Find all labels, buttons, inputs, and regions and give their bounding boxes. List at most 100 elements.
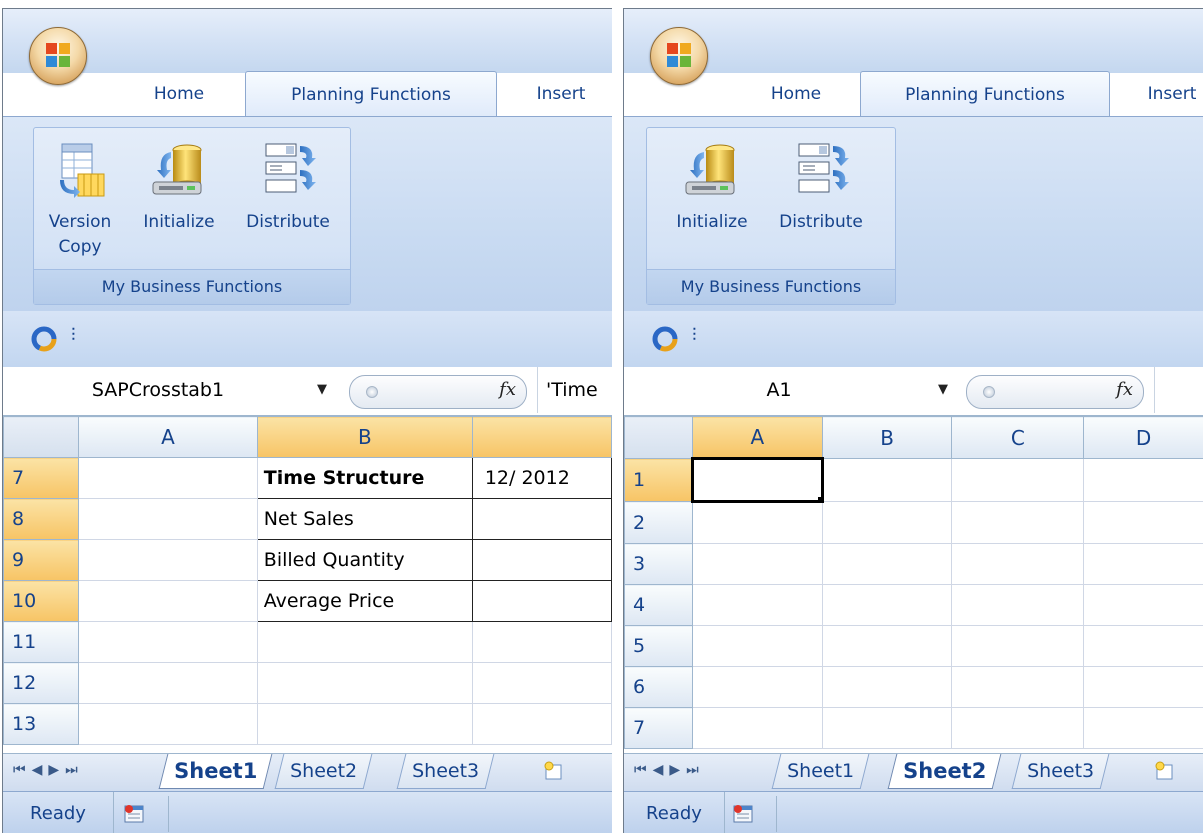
crosstab-row-billed-quantity[interactable]: Billed Quantity	[256, 539, 473, 581]
insert-sheet-icon[interactable]	[1154, 760, 1176, 782]
formula-input[interactable]: 'Time	[537, 367, 598, 413]
sheet-tab-sheet1[interactable]: Sheet1	[771, 754, 870, 789]
tab-insert[interactable]: Insert	[513, 71, 609, 117]
crosstab-time-value[interactable]: 12/ 2012	[471, 457, 612, 499]
sheet-nav-arrows-icon[interactable]: ⏮◀▶⏭	[634, 762, 705, 778]
sheet-tab-sheet2[interactable]: Sheet2	[274, 754, 373, 789]
row-header-7[interactable]: 7	[3, 457, 80, 499]
row-header-1[interactable]: 1	[624, 458, 693, 502]
cell-c1[interactable]	[951, 458, 1085, 502]
distribute-button[interactable]: Distribute	[765, 128, 877, 268]
crosstab-cell-c8[interactable]	[471, 498, 612, 540]
cell-a5[interactable]	[691, 625, 823, 667]
crosstab-cell-c9[interactable]	[471, 539, 612, 581]
tab-planning-functions[interactable]: Planning Functions	[245, 71, 497, 118]
name-box-dropdown-icon[interactable]: ▼	[938, 367, 948, 413]
cell-d5[interactable]	[1083, 625, 1203, 667]
cell-b12[interactable]	[256, 662, 473, 704]
cell-d1[interactable]	[1083, 458, 1203, 502]
cell-d3[interactable]	[1083, 543, 1203, 585]
sap-ring-icon[interactable]	[652, 326, 678, 352]
cell-b6[interactable]	[821, 666, 953, 708]
cell-a10[interactable]	[78, 580, 258, 622]
cell-c12[interactable]	[471, 662, 612, 704]
crosstab-cell-c10[interactable]	[471, 580, 612, 622]
sheet-tab-sheet2[interactable]: Sheet2	[887, 754, 1002, 789]
cell-d6[interactable]	[1083, 666, 1203, 708]
row-header-13[interactable]: 13	[3, 703, 80, 745]
cell-a7[interactable]	[691, 707, 823, 749]
office-button[interactable]	[650, 27, 708, 85]
cell-c5[interactable]	[951, 625, 1085, 667]
initialize-button[interactable]: Initialize	[126, 128, 232, 268]
row-header-3[interactable]: 3	[624, 543, 693, 585]
cell-b1[interactable]	[821, 458, 953, 502]
row-header-6[interactable]: 6	[624, 666, 693, 708]
macro-record-icon[interactable]	[123, 803, 145, 825]
select-all-corner[interactable]	[3, 416, 80, 458]
cell-b3[interactable]	[821, 543, 953, 585]
crosstab-header-time-structure[interactable]: Time Structure	[256, 457, 473, 499]
cell-a4[interactable]	[691, 584, 823, 626]
column-header-d[interactable]: D	[1083, 416, 1203, 459]
cell-b11[interactable]	[256, 621, 473, 663]
cell-a2[interactable]	[691, 501, 823, 544]
office-button[interactable]	[29, 27, 87, 85]
macro-record-icon[interactable]	[732, 803, 754, 825]
formula-input[interactable]	[1154, 367, 1163, 413]
column-header-b[interactable]: B	[821, 416, 953, 459]
row-header-2[interactable]: 2	[624, 501, 693, 544]
formula-bar-resize-handle[interactable]	[983, 386, 995, 398]
cell-c4[interactable]	[951, 584, 1085, 626]
tab-insert[interactable]: Insert	[1124, 71, 1203, 117]
row-header-4[interactable]: 4	[624, 584, 693, 626]
cell-a6[interactable]	[691, 666, 823, 708]
cell-a1-active[interactable]	[690, 457, 824, 503]
row-header-5[interactable]: 5	[624, 625, 693, 667]
insert-sheet-icon[interactable]	[543, 760, 565, 782]
distribute-button[interactable]: Distribute	[232, 128, 344, 268]
cell-a3[interactable]	[691, 543, 823, 585]
sheet-tab-sheet3[interactable]: Sheet3	[396, 754, 495, 789]
qat-customize-icon[interactable]: ⫶	[71, 325, 76, 346]
cell-b2[interactable]	[821, 501, 953, 544]
cell-d4[interactable]	[1083, 584, 1203, 626]
insert-function-icon[interactable]: fx	[1116, 379, 1133, 400]
version-copy-button[interactable]: Version Copy	[34, 128, 126, 268]
cell-b4[interactable]	[821, 584, 953, 626]
cell-d2[interactable]	[1083, 501, 1203, 544]
sheet-tab-sheet3[interactable]: Sheet3	[1011, 754, 1110, 789]
cell-c6[interactable]	[951, 666, 1085, 708]
fill-handle[interactable]	[816, 496, 820, 499]
row-header-12[interactable]: 12	[3, 662, 80, 704]
cell-b7[interactable]	[821, 707, 953, 749]
cell-b5[interactable]	[821, 625, 953, 667]
crosstab-row-average-price[interactable]: Average Price	[256, 580, 473, 622]
cell-a12[interactable]	[78, 662, 258, 704]
crosstab-row-net-sales[interactable]: Net Sales	[256, 498, 473, 540]
column-header-a[interactable]: A	[691, 416, 823, 459]
qat-customize-icon[interactable]: ⫶	[692, 325, 697, 346]
sap-ring-icon[interactable]	[31, 326, 57, 352]
name-box-dropdown-icon[interactable]: ▼	[317, 367, 327, 413]
formula-bar-resize-handle[interactable]	[366, 386, 378, 398]
cell-a9[interactable]	[78, 539, 258, 581]
row-header-7[interactable]: 7	[624, 707, 693, 749]
cell-a13[interactable]	[78, 703, 258, 745]
insert-function-icon[interactable]: fx	[499, 379, 516, 400]
cell-a8[interactable]	[78, 498, 258, 540]
row-header-9[interactable]: 9	[3, 539, 80, 581]
cell-c7[interactable]	[951, 707, 1085, 749]
select-all-corner[interactable]	[624, 416, 693, 459]
row-header-10[interactable]: 10	[3, 580, 80, 622]
cell-b13[interactable]	[256, 703, 473, 745]
row-header-11[interactable]: 11	[3, 621, 80, 663]
sheet-nav-arrows-icon[interactable]: ⏮◀▶⏭	[13, 762, 84, 778]
cell-c13[interactable]	[471, 703, 612, 745]
cell-a7[interactable]	[78, 457, 258, 499]
initialize-button[interactable]: Initialize	[659, 128, 765, 268]
column-header-c[interactable]: C	[951, 416, 1085, 459]
cell-a11[interactable]	[78, 621, 258, 663]
name-box[interactable]: SAPCrosstab1 ▼	[3, 367, 343, 413]
name-box[interactable]: A1 ▼	[624, 367, 964, 413]
